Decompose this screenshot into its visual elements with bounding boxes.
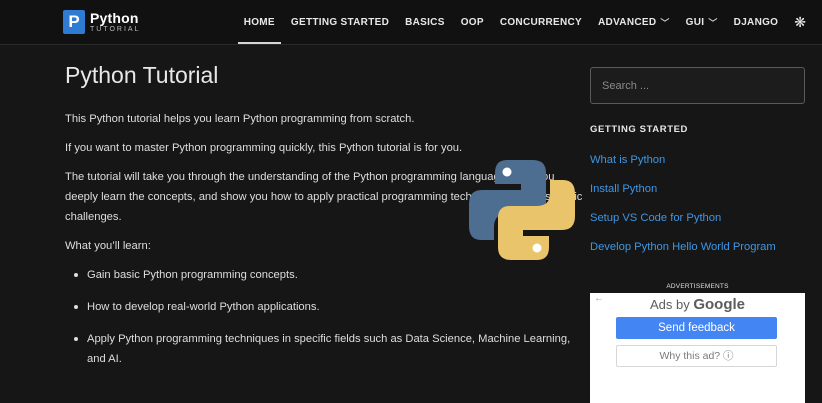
chevron-down-icon: ﹀ xyxy=(708,17,718,28)
learn-list: Gain basic Python programming concepts. … xyxy=(65,265,585,369)
sidebar-heading: GETTING STARTED xyxy=(590,124,689,135)
logo-subtitle: TUTORIAL xyxy=(90,26,141,33)
nav-item-getting-started[interactable]: GETTING STARTED xyxy=(291,0,389,44)
send-feedback-button[interactable]: Send feedback xyxy=(616,317,777,339)
search-input[interactable] xyxy=(590,67,805,104)
nav-item-gui[interactable]: GUI ﹀ xyxy=(686,0,718,44)
list-item: Apply Python programming techniques in s… xyxy=(65,329,585,369)
chevron-down-icon: ﹀ xyxy=(660,17,670,28)
nav-item-basics[interactable]: BASICS xyxy=(405,0,445,44)
sidebar-link-install-python[interactable]: Install Python xyxy=(590,180,776,209)
gear-icon[interactable]: ❋ xyxy=(794,0,806,44)
logo-icon: P xyxy=(63,10,85,34)
sidebar-links: What is Python Install Python Setup VS C… xyxy=(590,151,776,267)
nav-item-advanced[interactable]: ADVANCED ﹀ xyxy=(598,0,670,44)
ads-by-google: Ads by Google xyxy=(649,296,746,313)
sidebar-link-setup-vscode[interactable]: Setup VS Code for Python xyxy=(590,209,776,238)
page-title: Python Tutorial xyxy=(65,62,219,88)
ad-panel: ← Ads by Google Send feedback Why this a… xyxy=(590,293,805,403)
logo-title: Python xyxy=(90,10,139,26)
nav-item-home[interactable]: HOME xyxy=(237,0,282,44)
intro-paragraph: If you want to master Python programming… xyxy=(65,142,463,154)
python-logo-eye-bottom xyxy=(532,243,542,253)
top-navigation-bar: P Python TUTORIAL HOME GETTING STARTED B… xyxy=(0,0,822,45)
why-this-ad-button[interactable]: Why this ad? ⓘ xyxy=(616,345,777,367)
nav-item-django[interactable]: DJANGO xyxy=(734,0,779,44)
nav-item-concurrency[interactable]: CONCURRENCY xyxy=(500,0,582,44)
advertisements-label: ADVERTISEMENTS xyxy=(666,283,729,290)
intro-paragraph: This Python tutorial helps you learn Pyt… xyxy=(65,113,415,125)
site-logo[interactable]: P Python TUTORIAL xyxy=(63,8,141,36)
sidebar-link-hello-world[interactable]: Develop Python Hello World Program xyxy=(590,238,776,267)
main-nav: HOME GETTING STARTED BASICS OOP CONCURRE… xyxy=(228,0,806,44)
nav-item-oop[interactable]: OOP xyxy=(461,0,484,44)
list-item: Gain basic Python programming concepts. xyxy=(65,265,585,285)
sidebar-link-what-is-python[interactable]: What is Python xyxy=(590,151,776,180)
python-logo-eye-top xyxy=(502,167,512,177)
python-logo-icon xyxy=(469,160,575,260)
list-item: How to develop real-world Python applica… xyxy=(65,297,585,317)
